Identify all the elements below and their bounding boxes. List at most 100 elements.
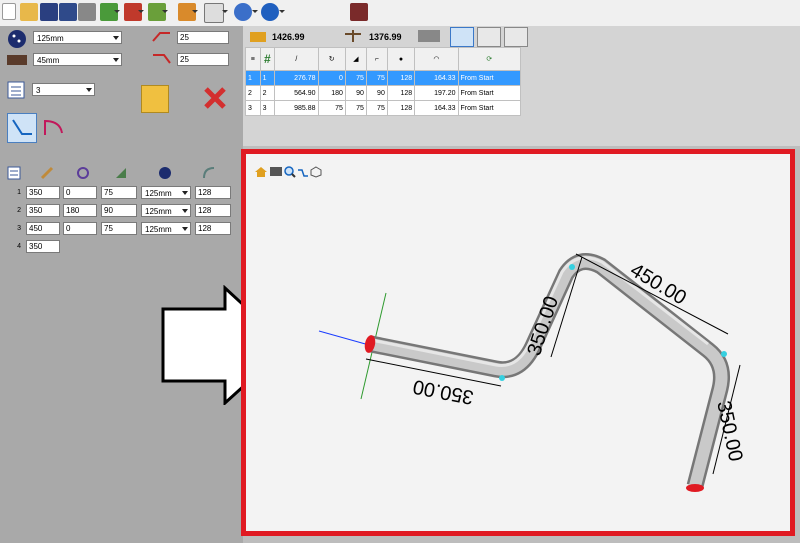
rotation-column-icon [77, 167, 89, 179]
ybc-icon[interactable] [504, 27, 528, 47]
end-length-input[interactable]: 25 [177, 53, 229, 66]
grid-cell: 2 [245, 85, 261, 101]
grid-row[interactable]: 1 1 276.78 0 75 75 128 164.33 From Start [245, 70, 522, 86]
grid-cell: 197.20 [414, 85, 459, 101]
angle-input[interactable]: 90 [101, 204, 137, 217]
arc-column-icon: ◠ [414, 47, 459, 71]
grid-cell: 75 [317, 100, 346, 116]
die-column-icon [159, 167, 171, 179]
chevron-down-icon[interactable] [252, 10, 258, 13]
bend-data-grid: ≡ # / ↻ ◢ ⌐ ● ◠ ⟳ 1 1 276.78 0 75 75 128… [245, 47, 522, 116]
radius-input[interactable]: 128 [195, 186, 231, 199]
chevron-down-icon [182, 191, 188, 195]
radius-input[interactable]: 128 [195, 204, 231, 217]
chevron-down-icon[interactable] [162, 10, 168, 13]
grid-cell: From Start [457, 70, 522, 86]
clamp-length-icon [152, 32, 170, 42]
chevron-down-icon[interactable] [114, 10, 120, 13]
bend-mode-b-icon[interactable] [40, 113, 68, 141]
clamp-length-input[interactable]: 25 [177, 31, 229, 44]
end-length-icon [153, 54, 171, 64]
rotation-input[interactable]: 0 [63, 186, 97, 199]
die-select[interactable]: 125mm [141, 204, 191, 217]
list-icon [7, 81, 25, 99]
grid-cell: 180 [317, 85, 346, 101]
grid-cell: 75 [365, 70, 388, 86]
bend-mode-a-icon[interactable] [7, 113, 37, 143]
save-as-icon[interactable] [59, 3, 77, 21]
length-input[interactable]: 350 [26, 204, 60, 217]
rotation-column-icon: ↻ [317, 47, 346, 71]
view-mode-icon[interactable] [450, 27, 474, 47]
grid-cell: 985.88 [274, 100, 319, 116]
grid-cell: From Start [457, 85, 522, 101]
grid-cell: 0 [317, 70, 346, 86]
info-icon[interactable] [261, 3, 279, 21]
save-icon[interactable] [40, 3, 58, 21]
grid-cell: 2 [259, 85, 276, 101]
die-select[interactable]: 125mm [141, 186, 191, 199]
die-column-icon: ● [386, 47, 416, 71]
angle-column-icon: ◢ [344, 47, 367, 71]
chevron-down-icon [113, 36, 119, 40]
3d-viewport[interactable]: 350.00 350.00 450.00 350.00 [241, 149, 795, 536]
exit-icon[interactable] [350, 3, 368, 21]
rotation-input[interactable]: 0 [63, 222, 97, 235]
material-select[interactable]: 45mm [33, 53, 122, 66]
grid-cell: 1 [245, 70, 261, 86]
dimension-label-1: 350.00 [411, 375, 475, 408]
grid-cell: 128 [386, 85, 416, 101]
grid-cell: 90 [365, 85, 388, 101]
chevron-down-icon[interactable] [138, 10, 144, 13]
x-axis-line [318, 330, 370, 346]
bend-die-icon [8, 30, 26, 48]
new-file-icon[interactable] [2, 3, 16, 20]
grid-cell: 276.78 [274, 70, 319, 86]
tube-end-finish [686, 484, 704, 492]
angle-input[interactable]: 75 [101, 186, 137, 199]
row-index: 3 [17, 225, 21, 232]
chevron-down-icon[interactable] [279, 10, 285, 13]
rotation-input[interactable]: 180 [63, 204, 97, 217]
main-toolbar [0, 0, 800, 27]
edit-icon[interactable] [141, 85, 169, 113]
chevron-down-icon[interactable] [192, 10, 198, 13]
grid-cell: 75 [344, 70, 367, 86]
chevron-down-icon [182, 209, 188, 213]
length-input[interactable]: 350 [26, 186, 60, 199]
radius-input[interactable]: 128 [195, 222, 231, 235]
calculator-icon[interactable] [418, 30, 440, 42]
delete-icon[interactable] [202, 85, 228, 111]
display-icon[interactable] [204, 3, 224, 23]
grid-cell: 564.90 [274, 85, 319, 101]
grid-cell: 1 [259, 70, 276, 86]
grid-cell: 90 [344, 85, 367, 101]
length-input[interactable]: 450 [26, 222, 60, 235]
spring-back-icon: ⌐ [365, 47, 388, 71]
length-column-icon: / [274, 47, 319, 71]
grid-cell: 128 [386, 70, 416, 86]
settings-gear-icon[interactable] [234, 3, 252, 21]
row-index: 2 [17, 207, 21, 214]
angle-input[interactable]: 75 [101, 222, 137, 235]
print-icon[interactable] [78, 3, 96, 21]
material-icon [7, 55, 27, 65]
grid-row[interactable]: 2 2 564.90 180 90 90 128 197.20 From Sta… [245, 85, 522, 101]
open-folder-icon[interactable] [20, 3, 38, 21]
length-column-icon [40, 166, 54, 180]
grid-cell: 75 [344, 100, 367, 116]
grid-cell: 3 [259, 100, 276, 116]
hash-icon: # [259, 47, 276, 71]
segment-count-select[interactable]: 3 [32, 83, 95, 96]
grid-cell: 3 [245, 100, 261, 116]
refresh-icon: ⟳ [457, 47, 522, 71]
total-length-value: 1426.99 [272, 32, 305, 42]
chevron-down-icon[interactable] [222, 10, 228, 13]
length-input[interactable]: 350 [26, 240, 60, 253]
weight-value: 1376.99 [369, 32, 402, 42]
grid-row[interactable]: 3 3 985.88 75 75 75 128 164.33 From Star… [245, 100, 522, 116]
bend-die-select[interactable]: 125mm [33, 31, 122, 44]
chevron-down-icon [86, 88, 92, 92]
die-select[interactable]: 125mm [141, 222, 191, 235]
xyz-icon[interactable] [477, 27, 501, 47]
